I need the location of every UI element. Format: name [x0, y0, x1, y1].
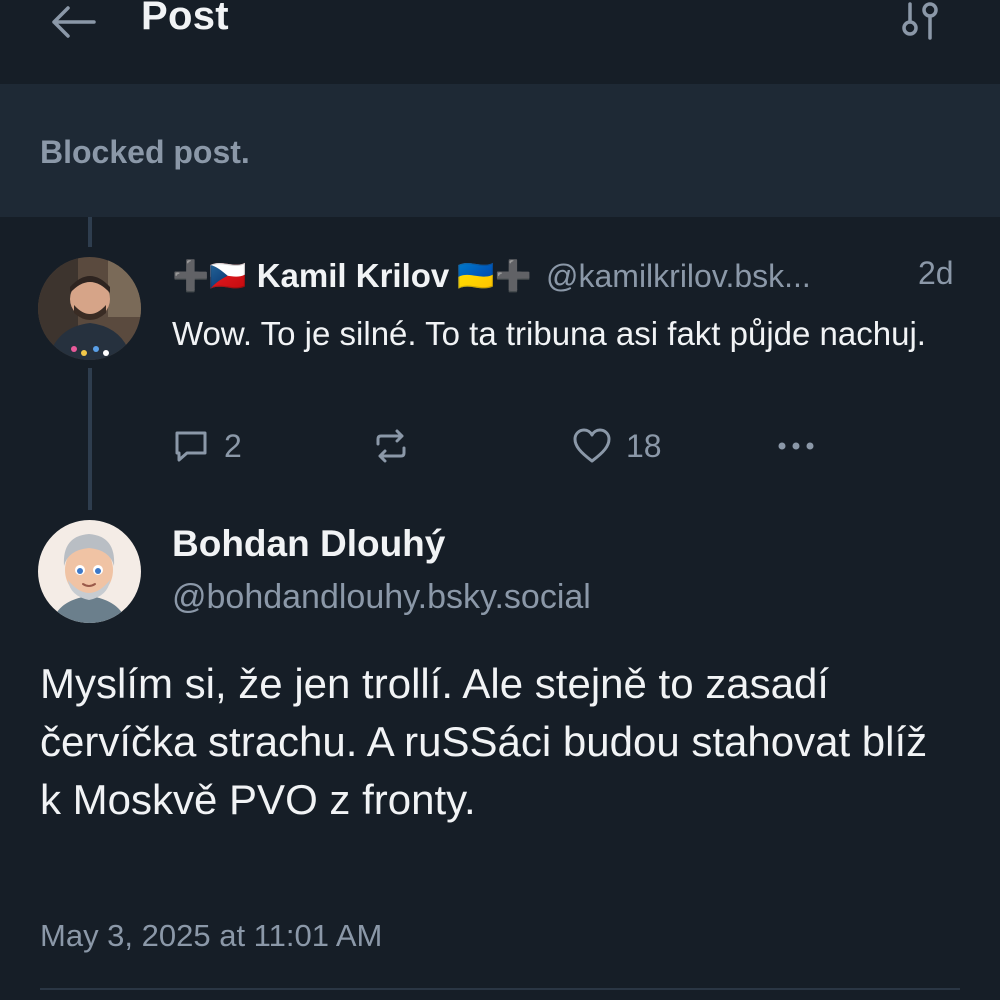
ellipsis-icon [778, 442, 814, 450]
reply-button[interactable]: 2 [172, 424, 242, 468]
repost-button[interactable] [372, 424, 410, 468]
reply-author-row[interactable]: ➕🇨🇿 Kamil Krilov 🇺🇦➕ @kamilkrilov.bsk... [172, 252, 811, 300]
more-options-button[interactable] [772, 424, 820, 468]
reply-text: Wow. To je silné. To ta tribuna asi fakt… [172, 315, 926, 352]
thread-line [88, 368, 92, 510]
author-flag-emoji: 🇺🇦➕ [457, 259, 532, 293]
like-count: 18 [626, 427, 662, 464]
comment-icon [175, 431, 207, 462]
post-text: Myslím si, že jen trollí. Ale stejně to … [40, 660, 928, 823]
author-display-name[interactable]: Bohdan Dlouhý [172, 523, 445, 565]
author-display-name[interactable]: Kamil Krilov [257, 257, 450, 295]
author-flag-emoji: ➕🇨🇿 [172, 259, 247, 293]
avatar-photo [38, 257, 141, 360]
sliders-icon [902, 2, 938, 40]
heart-icon [573, 428, 611, 463]
blocked-post-notice: Blocked post. [0, 84, 1000, 217]
post-timestamp: May 3, 2025 at 11:01 AM [40, 918, 383, 953]
blocked-post-label: Blocked post. [40, 134, 250, 170]
thread-settings-button[interactable] [896, 0, 946, 44]
divider [40, 988, 960, 990]
comment-count: 2 [224, 427, 242, 464]
thread-line [88, 217, 92, 247]
author-handle[interactable]: @kamilkrilov.bsk... [546, 258, 811, 295]
arrow-left-icon [52, 6, 96, 38]
back-button[interactable] [44, 0, 104, 44]
avatar[interactable] [38, 520, 141, 623]
repost-icon [376, 429, 406, 463]
reply-actions: 2 18 [172, 424, 852, 468]
post-age[interactable]: 2d [918, 255, 954, 292]
avatar[interactable] [38, 257, 141, 360]
avatar-illustration [38, 520, 141, 623]
like-button[interactable]: 18 [572, 424, 662, 468]
top-bar: Post [0, 0, 1000, 84]
author-handle[interactable]: @bohdandlouhy.bsky.social [172, 578, 591, 617]
page-title: Post [141, 0, 229, 38]
post-screen: Post Blocked post. ➕🇨🇿 Kamil Krilov 🇺🇦➕ … [0, 0, 1000, 1000]
